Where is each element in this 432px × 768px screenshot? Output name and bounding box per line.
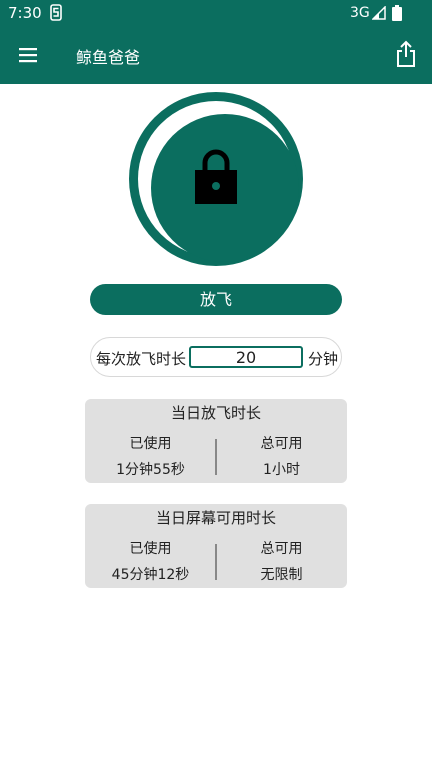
daily-flight-card: 当日放飞时长 已使用 1分钟55秒 总可用 1小时 <box>85 399 347 483</box>
flight-total-label: 总可用 <box>260 436 303 452</box>
daily-flight-title: 当日放飞时长 <box>170 404 261 422</box>
flight-total-value: 1小时 <box>263 462 300 478</box>
menu-icon[interactable] <box>16 43 40 67</box>
signal-icon <box>372 6 386 20</box>
screen-total-label: 总可用 <box>260 541 303 557</box>
app-title: 鲸鱼爸爸 <box>76 48 141 67</box>
duration-input[interactable] <box>189 346 303 368</box>
screen-used-label: 已使用 <box>129 541 172 557</box>
daily-screen-title: 当日屏幕可用时长 <box>155 509 276 527</box>
duration-label: 每次放飞时长 <box>96 350 187 368</box>
screen-total-value: 无限制 <box>260 567 303 583</box>
notification-s-icon <box>50 4 62 21</box>
network-type: 3G <box>350 5 370 21</box>
daily-screen-card: 当日屏幕可用时长 已使用 45分钟12秒 总可用 无限制 <box>85 504 347 588</box>
screen-used-value: 45分钟12秒 <box>111 567 190 583</box>
duration-unit: 分钟 <box>308 350 339 368</box>
status-time: 7:30 <box>8 4 42 22</box>
battery-icon <box>392 5 402 21</box>
takeoff-button[interactable]: 放飞 <box>90 284 342 315</box>
flight-used-label: 已使用 <box>129 436 172 452</box>
status-bar: 7:30 3G <box>0 0 432 26</box>
share-icon[interactable] <box>394 40 418 68</box>
flight-duration-row: 每次放飞时长 分钟 <box>90 337 342 377</box>
flight-used-value: 1分钟55秒 <box>116 462 185 478</box>
app-bar: 鲸鱼爸爸 <box>0 26 432 84</box>
lock-icon <box>195 149 237 204</box>
